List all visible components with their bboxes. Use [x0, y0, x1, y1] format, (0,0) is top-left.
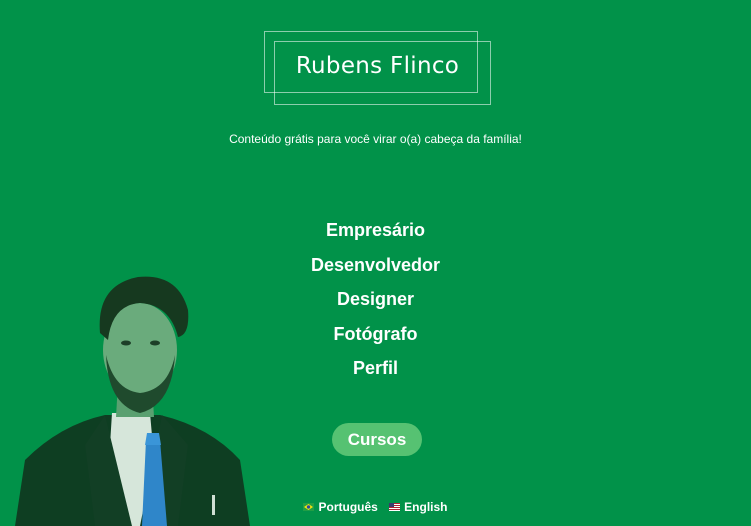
menu-link-perfil[interactable]: Perfil — [353, 358, 398, 378]
language-label: Português — [318, 500, 378, 514]
menu-item: Empresário — [0, 217, 751, 252]
profile-portrait-image — [15, 276, 250, 526]
tagline: Conteúdo grátis para você virar o(a) cab… — [229, 132, 522, 146]
menu-link-fotografo[interactable]: Fotógrafo — [334, 324, 418, 344]
site-logo[interactable]: Rubens Flinco — [264, 31, 491, 105]
cursos-button[interactable]: Cursos — [332, 423, 422, 456]
menu-link-designer[interactable]: Designer — [337, 289, 414, 309]
language-label: English — [404, 500, 448, 514]
usa-flag-icon — [389, 503, 401, 511]
language-option-portugues[interactable]: Português — [303, 500, 378, 514]
logo-text: Rubens Flinco — [295, 53, 460, 79]
menu-link-empresario[interactable]: Empresário — [326, 220, 425, 240]
menu-link-desenvolvedor[interactable]: Desenvolvedor — [311, 255, 440, 275]
language-option-english[interactable]: English — [389, 500, 448, 514]
brazil-flag-icon — [303, 503, 315, 511]
